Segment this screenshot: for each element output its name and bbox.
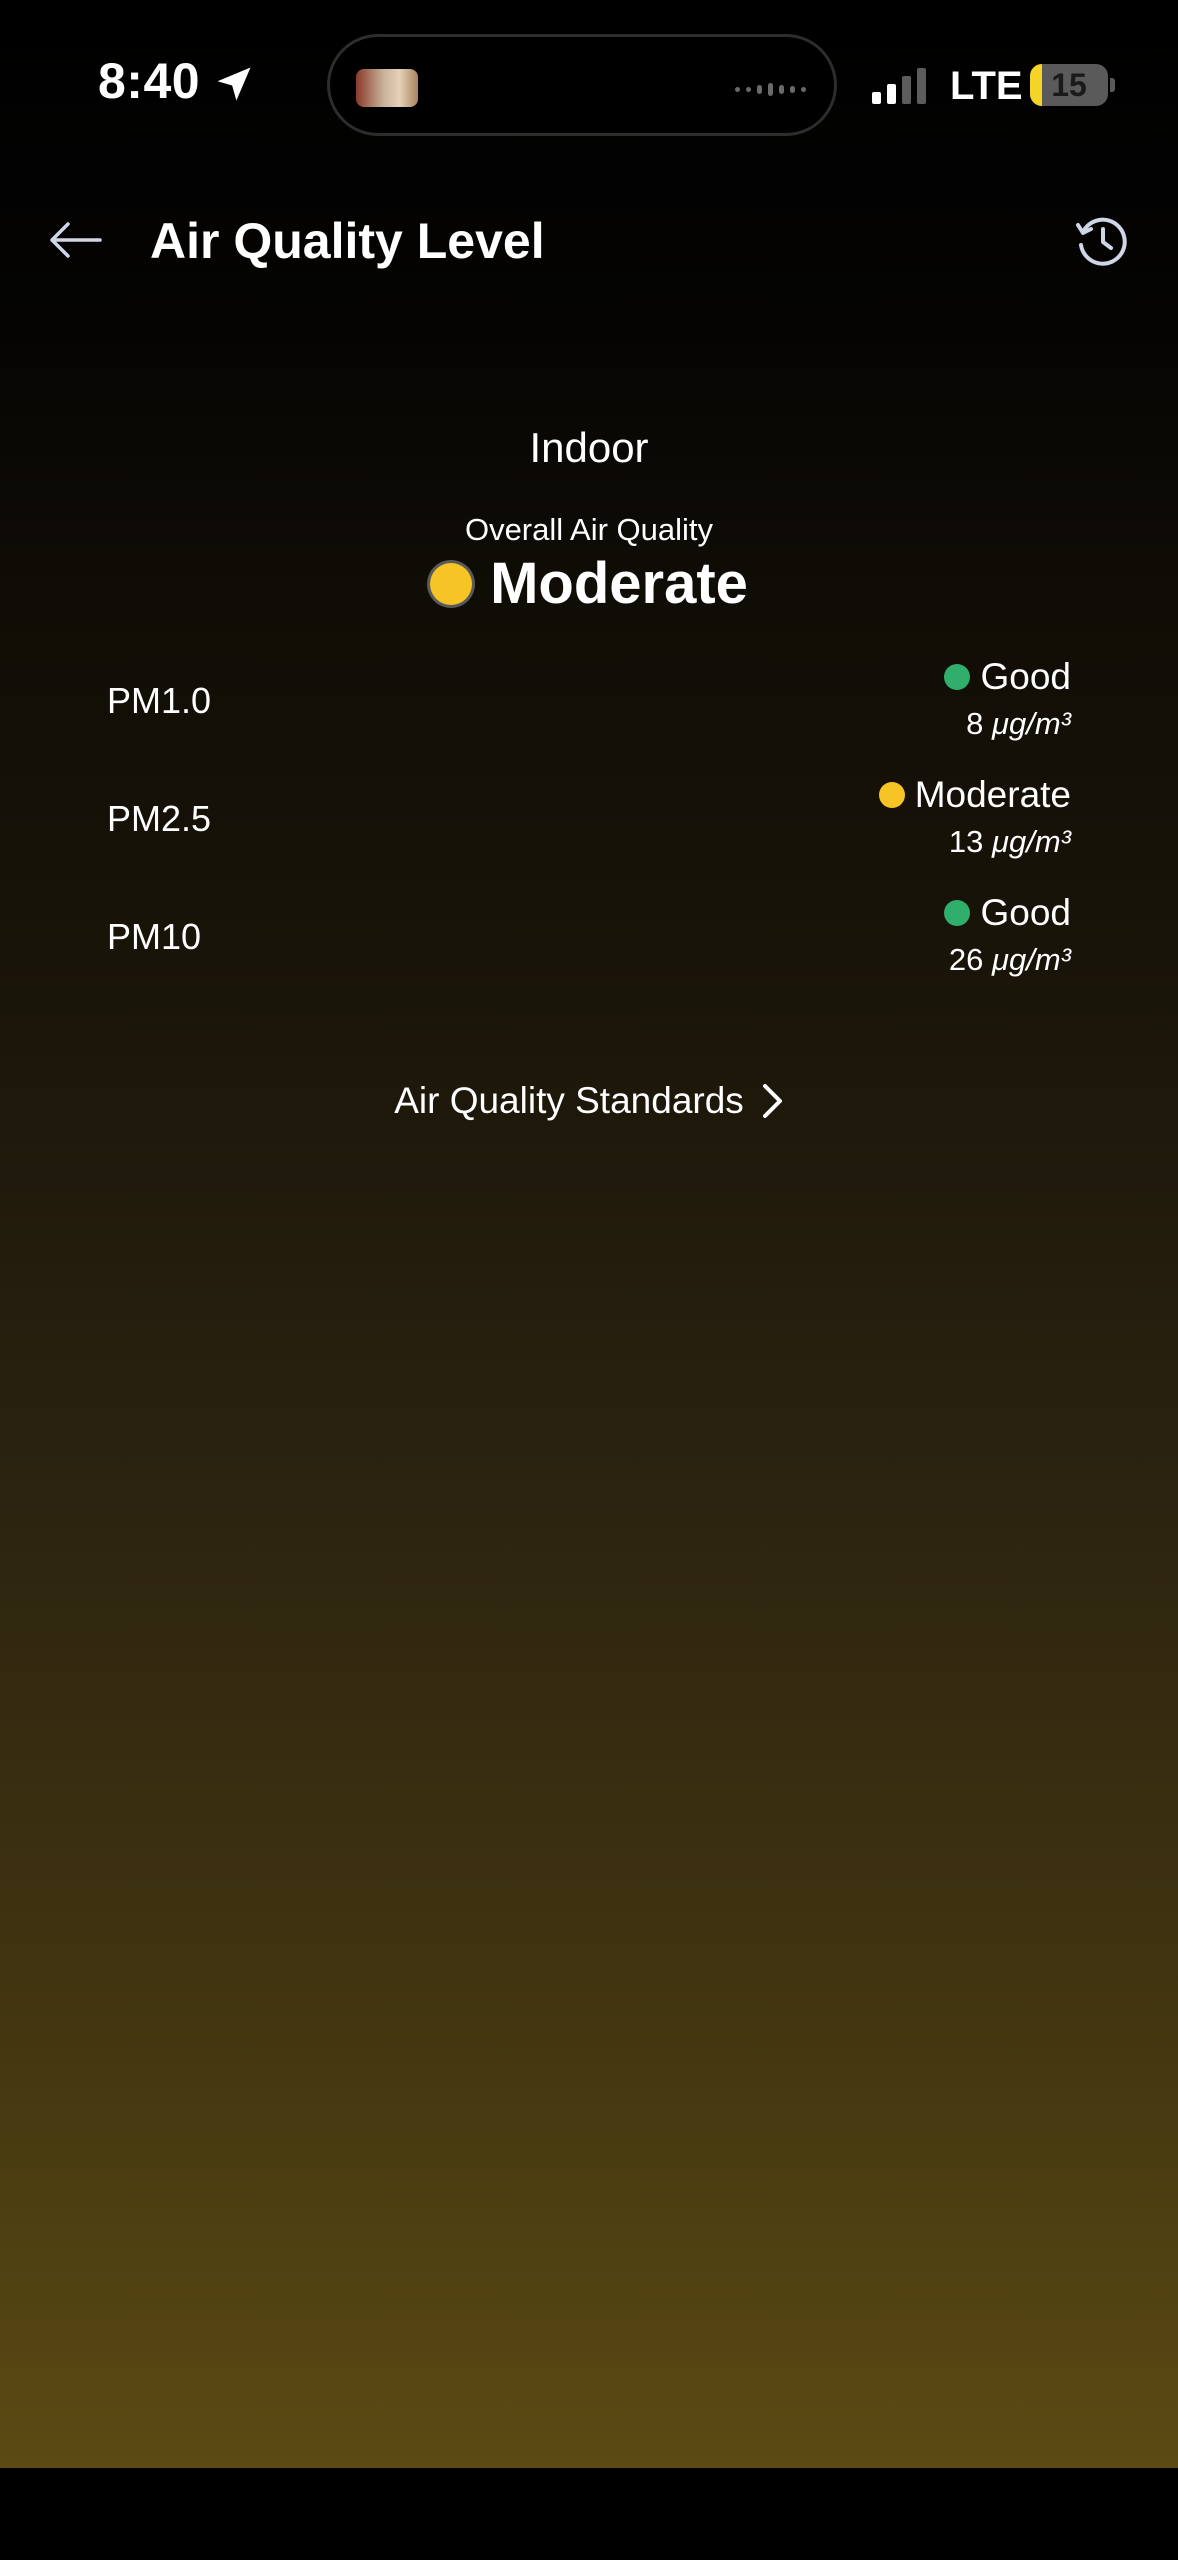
- air-quality-standards-link[interactable]: Air Quality Standards: [0, 1080, 1178, 1122]
- bottom-safe-area: [0, 2468, 1178, 2560]
- back-button[interactable]: [40, 208, 110, 272]
- pollutant-status: Moderate: [878, 774, 1071, 816]
- overall-quality-label: Overall Air Quality: [464, 512, 714, 547]
- pollutant-value: 8 μg/m³: [966, 706, 1071, 742]
- pollutant-row-pm1: PM1.0 Good 8 μg/m³: [107, 656, 1071, 756]
- history-clock-icon: [1076, 217, 1127, 266]
- carrier-label: LTE: [950, 64, 1023, 108]
- pollutant-name: PM2.5: [107, 798, 212, 839]
- pollutant-row-pm25: PM2.5 Moderate 13 μg/m³: [107, 774, 1071, 874]
- status-dot: [878, 782, 905, 808]
- battery-level: 15: [1051, 67, 1087, 103]
- location-arrow-icon: [217, 67, 251, 101]
- overall-status-dot: [430, 562, 473, 605]
- arrow-left-icon: [50, 222, 102, 258]
- concentration-value: 13: [948, 824, 984, 859]
- chevron-right-icon: [762, 1084, 782, 1118]
- page-title: Air Quality Level: [150, 213, 545, 269]
- battery-tip: [1110, 78, 1115, 92]
- pollutant-value: 13 μg/m³: [949, 824, 1071, 860]
- battery-icon: 15: [1030, 64, 1115, 106]
- audio-waveform-icon: [735, 83, 806, 96]
- now-playing-artwork: [356, 69, 418, 107]
- status-label: Good: [980, 892, 1071, 933]
- status-dot: [944, 664, 971, 690]
- overall-quality: Moderate: [0, 550, 1178, 617]
- background-gradient: [0, 0, 1178, 2468]
- status-time: 8:40: [98, 53, 201, 109]
- concentration-unit: μg/m³: [992, 824, 1071, 859]
- concentration-value: 26: [948, 942, 984, 977]
- pollutant-value: 26 μg/m³: [949, 942, 1071, 978]
- standards-label: Air Quality Standards: [394, 1080, 744, 1121]
- section-title: Indoor: [529, 424, 649, 471]
- pollutant-row-pm10: PM10 Good 26 μg/m³: [107, 892, 1071, 992]
- dynamic-island[interactable]: [327, 34, 837, 136]
- pollutant-status: Good: [944, 892, 1071, 934]
- history-button[interactable]: [1070, 208, 1136, 274]
- status-label: Moderate: [914, 774, 1071, 815]
- concentration-unit: μg/m³: [992, 706, 1071, 741]
- status-label: Good: [980, 656, 1071, 697]
- pollutant-name: PM1.0: [107, 680, 212, 721]
- pollutant-status: Good: [944, 656, 1071, 698]
- pollutant-name: PM10: [107, 916, 202, 957]
- screen: 8:40 LTE 15 Air Quality Level Indoor Ove…: [0, 0, 1178, 2560]
- overall-quality-value: Moderate: [490, 551, 748, 616]
- concentration-value: 8: [966, 706, 984, 741]
- cellular-signal-icon: [872, 68, 926, 104]
- concentration-unit: μg/m³: [992, 942, 1071, 977]
- status-dot: [944, 900, 971, 926]
